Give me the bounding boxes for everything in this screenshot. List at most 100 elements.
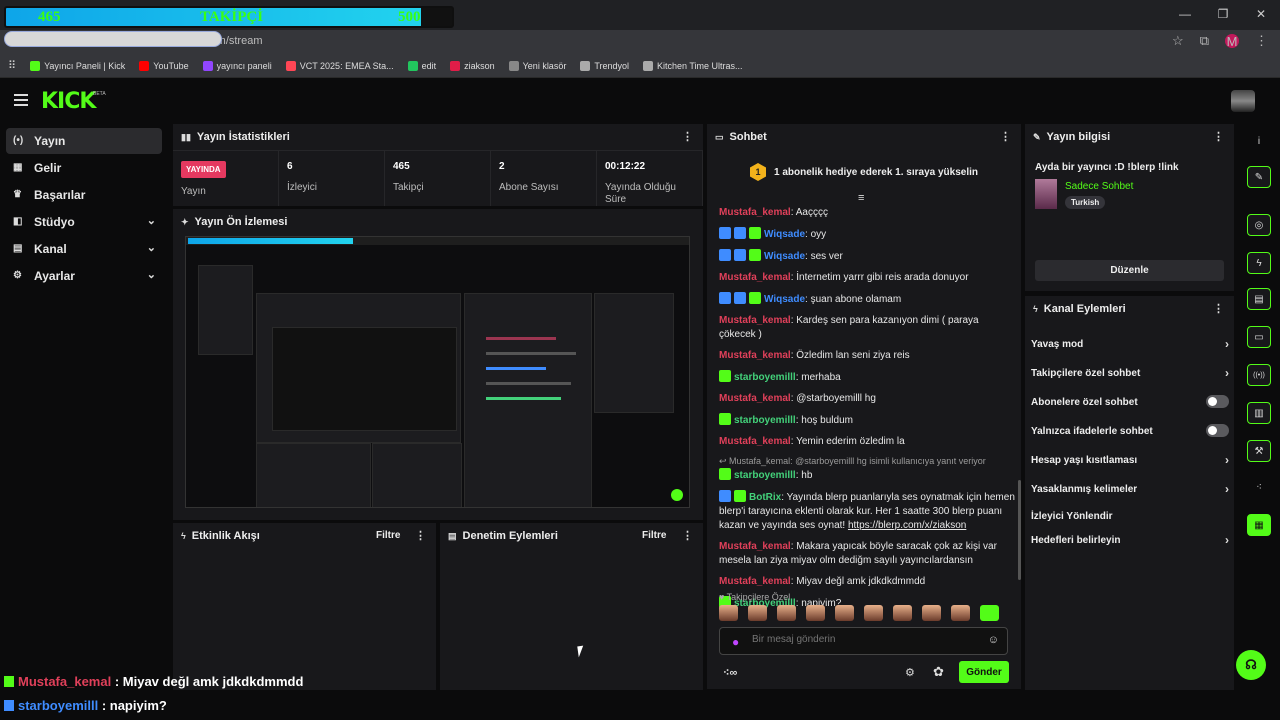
bookmark-item[interactable]: YouTube — [139, 60, 189, 71]
chat-message-input[interactable] — [752, 634, 982, 645]
activity-filter-button[interactable]: Filtre — [376, 530, 400, 541]
chat-username[interactable]: Mustafa_kemal — [719, 576, 791, 587]
emote[interactable] — [719, 605, 738, 621]
browser-menu-icon[interactable]: ⋮ — [1255, 33, 1268, 49]
emote[interactable] — [777, 605, 796, 621]
bookmark-item[interactable]: Yayıncı Paneli | Kick — [30, 60, 125, 71]
chat-message[interactable]: Wiqsade: oyy — [719, 227, 1015, 242]
chat-username[interactable]: Wiqsade — [764, 229, 805, 240]
emote[interactable] — [835, 605, 854, 621]
minimize-icon[interactable]: — — [1166, 0, 1204, 28]
chat-username[interactable]: starboyemilll — [734, 415, 796, 426]
chat-username[interactable]: Mustafa_kemal — [719, 393, 791, 404]
stats-menu-icon[interactable]: ⋮ — [682, 130, 693, 143]
hamburger-menu-icon[interactable] — [14, 94, 28, 106]
chat-username[interactable]: Wiqsade — [764, 294, 805, 305]
chat-message[interactable]: Mustafa_kemal: Miyav değl amk jdkdkdmmdd — [719, 575, 1015, 589]
chat-message[interactable]: starboyemilll: hoş buldum — [719, 413, 1015, 428]
chat-message[interactable]: Wiqsade: ses ver — [719, 249, 1015, 264]
pinned-message[interactable]: 1 1 abonelik hediye ederek 1. sıraya yük… — [707, 150, 1021, 194]
chat-message[interactable]: starboyemilll: merhaba — [719, 370, 1015, 385]
chat-settings-icon[interactable]: ⚙ — [905, 666, 915, 679]
chat-username[interactable]: starboyemilll — [734, 372, 796, 383]
collapse-pinned-icon[interactable]: ≡ — [858, 192, 864, 204]
emote[interactable] — [893, 605, 912, 621]
category-name[interactable]: Sadece Sohbet — [1065, 181, 1133, 192]
support-headset-icon[interactable]: ☊ — [1236, 650, 1266, 680]
bookmark-star-icon[interactable]: ☆ — [1172, 33, 1184, 49]
emote[interactable] — [864, 605, 883, 621]
chat-message[interactable]: Mustafa_kemal: Kardeş sen para kazanıyon… — [719, 314, 1015, 342]
emoji-icon[interactable]: ☺ — [988, 634, 999, 646]
gift-icon[interactable]: ✿ — [933, 664, 944, 680]
moderation-filter-button[interactable]: Filtre — [642, 530, 666, 541]
stream-preview-video[interactable] — [185, 236, 690, 508]
chat-username[interactable]: Mustafa_kemal — [719, 436, 791, 447]
sidebar-item-yayın[interactable]: (•) Yayın — [6, 128, 162, 154]
chat-username[interactable]: Wiqsade — [764, 251, 805, 262]
chat-message[interactable]: Mustafa_kemal: İnternetim yarrr gibi rei… — [719, 271, 1015, 285]
sidebar-item-stüdyo[interactable]: ◧ Stüdyo ⌄ — [6, 209, 162, 235]
target-icon[interactable]: ◎ — [1247, 214, 1271, 236]
pencil-icon[interactable]: ✎ — [1247, 166, 1271, 188]
chat-message[interactable]: starboyemilll: hb — [719, 468, 1015, 483]
layout-icon[interactable]: ▥ — [1247, 402, 1271, 424]
channel-action-item[interactable]: Yavaş mod › — [1031, 336, 1229, 352]
sidebar-item-ayarlar[interactable]: ⚙ Ayarlar ⌄ — [6, 263, 162, 289]
moderation-menu-icon[interactable]: ⋮ — [682, 529, 693, 542]
chat-message[interactable]: Mustafa_kemal: @starboyemilll hg — [719, 392, 1015, 406]
chat-message[interactable]: Mustafa_kemal: Makara yapıcak böyle sara… — [719, 540, 1015, 568]
user-avatar[interactable] — [1231, 90, 1255, 112]
chat-username[interactable]: starboyemilll — [734, 470, 796, 481]
extensions-icon[interactable]: ⧉ — [1200, 33, 1209, 49]
emote[interactable] — [980, 605, 999, 621]
broadcast-icon[interactable]: ((•)) — [1247, 364, 1271, 386]
chat-link[interactable]: https://blerp.com/x/ziakson — [848, 520, 966, 531]
edit-button[interactable]: Düzenle — [1035, 260, 1224, 281]
apps-grid-icon[interactable]: ⠿ — [8, 59, 16, 72]
chat-message[interactable]: Mustafa_kemal: Aaçççç — [719, 206, 1015, 220]
kick-logo[interactable]: KICK — [41, 89, 96, 114]
emote[interactable] — [748, 605, 767, 621]
info-icon[interactable]: i — [1247, 130, 1271, 152]
bookmark-item[interactable]: Kitchen Time Ultras... — [643, 60, 743, 71]
chat-bubble-icon[interactable]: ▭ — [1247, 326, 1271, 348]
reply-context[interactable]: ↩ Mustafa_kemal: @starboyemilll hg isiml… — [719, 456, 1015, 467]
chat-username[interactable]: Mustafa_kemal — [719, 272, 791, 283]
bookmark-item[interactable]: ziakson — [450, 60, 495, 71]
sidebar-item-başarılar[interactable]: ♛ Başarılar — [6, 182, 162, 208]
points-icon[interactable]: ⁖∞ — [723, 666, 737, 679]
sidebar-item-kanal[interactable]: ▤ Kanal ⌄ — [6, 236, 162, 262]
sidebar-item-gelir[interactable]: ▦ Gelir — [6, 155, 162, 181]
activity-menu-icon[interactable]: ⋮ — [415, 529, 426, 542]
channel-action-item[interactable]: Yalnızca ifadelerle sohbet — [1031, 423, 1229, 439]
chat-message[interactable]: Wiqsade: şuan abone olamam — [719, 292, 1015, 307]
chat-username[interactable]: Mustafa_kemal — [719, 207, 791, 218]
chat-message[interactable]: Mustafa_kemal: Yemin ederim özledim la — [719, 435, 1015, 449]
emote[interactable] — [922, 605, 941, 621]
bookmark-item[interactable]: Trendyol — [580, 60, 629, 71]
document-icon[interactable]: ▤ — [1247, 288, 1271, 310]
bookmark-item[interactable]: VCT 2025: EMEA Sta... — [285, 60, 394, 71]
emote[interactable] — [951, 605, 970, 621]
emote[interactable] — [806, 605, 825, 621]
share-icon[interactable]: ⁖ — [1247, 476, 1271, 498]
lightning-icon[interactable]: ϟ — [1247, 252, 1271, 274]
chat-username[interactable]: Mustafa_kemal — [719, 315, 791, 326]
profile-avatar[interactable]: M — [1225, 34, 1239, 49]
send-button[interactable]: Gönder — [959, 661, 1009, 683]
chat-scrollbar[interactable] — [1018, 480, 1021, 580]
chat-message[interactable]: Mustafa_kemal: Özledim lan seni ziya rei… — [719, 349, 1015, 363]
channel-action-item[interactable]: İzleyici Yönlendir — [1031, 508, 1229, 524]
chat-menu-icon[interactable]: ⋮ — [1000, 130, 1011, 143]
toggle-switch[interactable] — [1206, 424, 1229, 437]
chat-username[interactable]: Mustafa_kemal — [719, 350, 791, 361]
restore-icon[interactable]: ❐ — [1204, 0, 1242, 28]
close-icon[interactable]: ✕ — [1242, 0, 1280, 28]
wrench-icon[interactable]: ⚒ — [1247, 440, 1271, 462]
channel-actions-menu-icon[interactable]: ⋮ — [1213, 302, 1224, 315]
stream-info-menu-icon[interactable]: ⋮ — [1213, 130, 1224, 143]
channel-action-item[interactable]: Hesap yaşı kısıtlaması › — [1031, 452, 1229, 468]
microphone-icon[interactable]: ● — [732, 635, 739, 649]
channel-action-item[interactable]: Hedefleri belirleyin › — [1031, 532, 1229, 548]
